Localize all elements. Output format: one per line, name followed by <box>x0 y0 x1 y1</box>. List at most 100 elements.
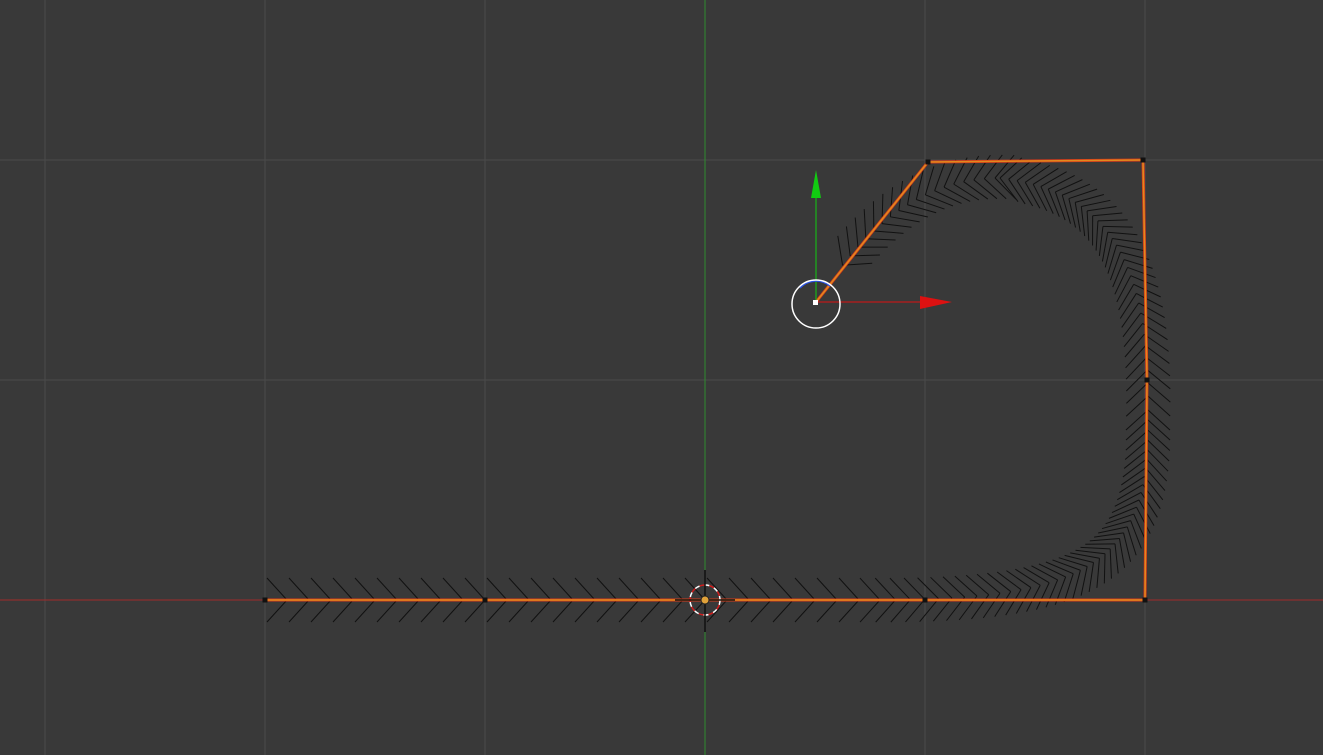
curve-vertex[interactable] <box>1140 157 1146 163</box>
normal-tick <box>1098 226 1104 256</box>
normal-tick <box>875 599 896 623</box>
normal-tick <box>1005 589 1022 616</box>
normal-tick <box>1109 548 1112 579</box>
normal-tick <box>1108 506 1137 519</box>
normal-tick <box>963 181 989 200</box>
curve-vertex[interactable] <box>1142 597 1148 603</box>
normal-tick <box>662 577 684 601</box>
normal-tick <box>994 591 1012 617</box>
curve-vertex[interactable] <box>922 597 928 603</box>
normal-tick <box>1098 526 1128 534</box>
normal-tick <box>266 599 288 623</box>
normal-tick <box>1075 194 1105 203</box>
normal-tick <box>1008 160 1033 180</box>
normal-tick <box>1114 492 1142 507</box>
curve-vertex[interactable] <box>482 597 488 603</box>
normal-tick <box>865 238 896 241</box>
curve-vertex[interactable] <box>1144 377 1150 383</box>
normal-tick <box>1123 532 1132 562</box>
normal-tick <box>310 577 332 601</box>
normal-tick <box>943 186 971 202</box>
normal-tick <box>1138 302 1165 319</box>
world-axes <box>0 0 1323 755</box>
normal-tick <box>640 599 662 623</box>
normal-tick <box>1146 369 1171 390</box>
normal-tick <box>971 594 990 620</box>
normal-tick <box>1122 312 1142 338</box>
normal-tick <box>1103 553 1106 584</box>
normal-tick <box>1058 557 1088 567</box>
normal-tick <box>1087 205 1117 212</box>
normal-tick <box>838 577 860 601</box>
normal-tick <box>898 210 928 218</box>
gizmo-x-arrow-icon[interactable] <box>920 296 952 309</box>
normal-tick <box>1146 357 1171 377</box>
normal-tick <box>464 599 486 623</box>
normal-tick <box>1072 570 1081 600</box>
normal-tick <box>332 577 354 601</box>
normal-tick <box>1114 543 1119 574</box>
normal-tick <box>266 577 288 601</box>
gizmo-center-dot <box>813 300 818 305</box>
normal-tick <box>1054 191 1066 221</box>
normal-tick <box>1080 566 1088 596</box>
curve-edge-highlight[interactable] <box>815 161 929 303</box>
normal-tick <box>1032 184 1048 212</box>
normal-tick <box>706 577 728 601</box>
normal-tick <box>1116 244 1146 252</box>
normal-tick <box>1107 231 1138 236</box>
normal-tick <box>354 599 376 623</box>
normal-tick <box>983 154 1003 179</box>
normal-tick <box>574 577 596 601</box>
object-origin-dot <box>700 595 710 605</box>
normal-tick <box>942 576 966 598</box>
normal-tick <box>288 577 310 601</box>
normal-tick <box>859 577 881 601</box>
normal-tick <box>794 599 816 623</box>
normal-tick <box>486 599 508 623</box>
normal-tick <box>420 599 442 623</box>
normal-tick <box>816 577 838 601</box>
normal-tick <box>1112 238 1142 244</box>
gizmo-y-arrow-icon[interactable] <box>811 170 821 198</box>
normal-tick <box>1119 293 1137 319</box>
normal-tick <box>1105 513 1134 525</box>
normal-tick <box>486 577 508 601</box>
normal-tick <box>973 154 991 181</box>
normal-tick <box>982 592 1001 619</box>
normal-tick <box>1088 562 1094 592</box>
curve-normals <box>266 154 1171 623</box>
normal-tick <box>1096 558 1100 588</box>
normal-tick <box>953 183 980 201</box>
normal-tick <box>398 577 420 601</box>
normal-tick <box>1147 429 1171 451</box>
normal-tick <box>354 577 376 601</box>
3d-viewport[interactable] <box>0 0 1323 755</box>
normal-tick <box>1006 570 1032 588</box>
normal-tick <box>310 599 332 623</box>
transform-gizmo[interactable] <box>791 170 952 329</box>
normal-tick <box>1111 499 1140 514</box>
viewport-canvas[interactable] <box>0 0 1323 755</box>
normal-tick <box>1024 182 1041 209</box>
normal-tick <box>889 187 894 217</box>
normal-tick <box>1080 546 1111 550</box>
normal-tick <box>965 574 990 596</box>
normal-tick <box>1140 492 1158 518</box>
normal-tick <box>859 599 881 623</box>
normal-tick <box>728 599 750 623</box>
normal-tick <box>1016 162 1042 182</box>
normal-tick <box>662 599 684 623</box>
normal-tick <box>973 179 998 200</box>
normal-tick <box>1047 188 1060 217</box>
normal-tick <box>924 166 935 195</box>
normal-tick <box>845 226 851 257</box>
normal-tick <box>1032 167 1059 185</box>
normal-tick <box>954 575 978 597</box>
normal-tick <box>464 577 486 601</box>
normal-tick <box>420 577 442 601</box>
curve-vertex[interactable] <box>925 159 931 165</box>
normal-tick <box>863 209 867 239</box>
curve-vertex[interactable] <box>262 597 268 603</box>
normal-tick <box>1040 171 1067 188</box>
